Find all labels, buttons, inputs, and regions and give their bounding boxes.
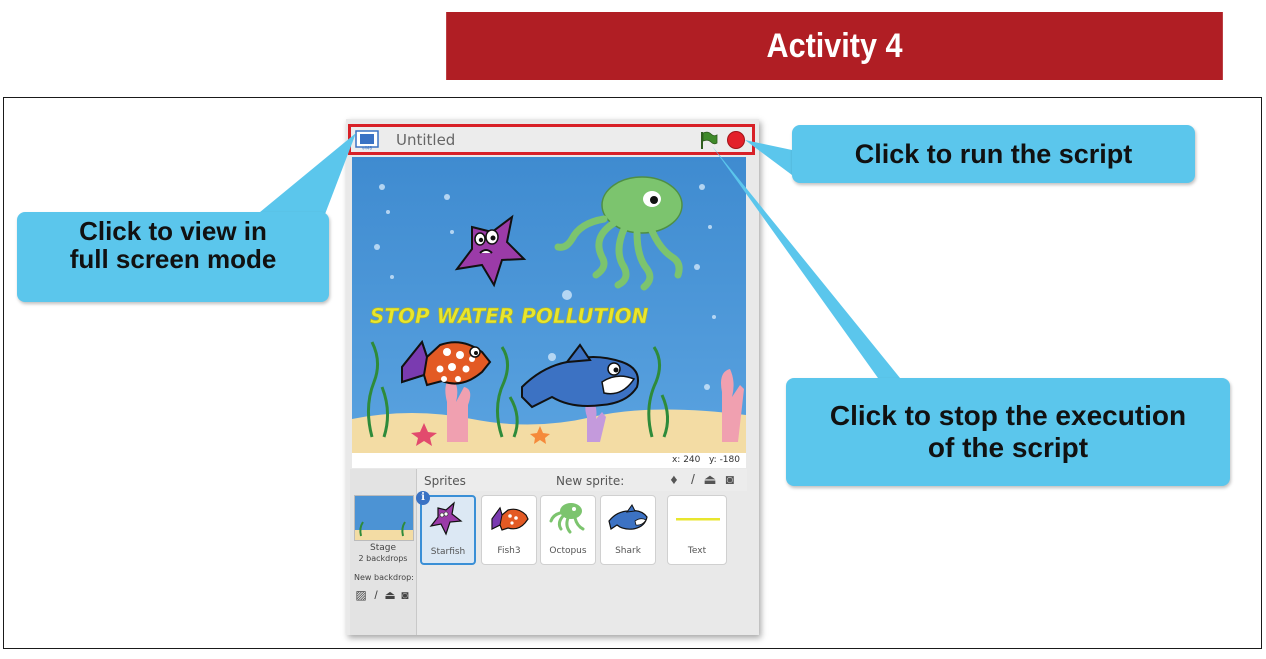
sprite-info-button[interactable]: i [416,491,430,505]
stage-thumbnail[interactable] [354,495,414,541]
sprites-label: Sprites [424,474,466,488]
svg-text:v448: v448 [362,146,372,151]
stop-callout-line2: of the script [927,432,1089,463]
green-flag-button[interactable] [698,130,718,150]
choose-sprite-from-library-icon[interactable]: ♦ [666,471,682,487]
stage-canvas: STOP WATER POLLUTION [352,157,746,453]
y-value: -180 [719,455,740,465]
fullscreen-callout-line2: full screen mode [69,244,277,274]
fullscreen-callout-line1: Click to view in [79,216,267,246]
y-label: y: [708,455,717,465]
starfish-icon [429,501,463,536]
run-callout: Click to run the script [792,125,1195,183]
fish-icon [491,506,529,531]
activity-banner: Activity 4 [446,12,1223,80]
sprite-card-starfish[interactable]: Starfish [420,495,476,565]
upload-sprite-icon[interactable]: ⏏ [702,471,718,487]
activity-title: Activity 4 [766,26,903,65]
shark-icon [608,504,648,530]
mouse-coords: x: 240 y: -180 [352,453,746,468]
sprite-name: Shark [615,546,641,556]
camera-icon[interactable]: ◙ [722,471,738,487]
stop-callout-line1: Click to stop the execution [829,400,1187,431]
octopus-icon [549,503,585,534]
fullscreen-button[interactable]: v448 [355,130,379,151]
fullscreen-icon: v448 [355,130,379,151]
sprite-name: Octopus [549,546,587,556]
stage-name: Stage [369,543,396,553]
sprite-name: Fish3 [497,546,521,556]
run-callout-text: Click to run the script [854,139,1133,169]
stop-button[interactable] [727,131,745,149]
stop-callout: Click to stop the execution of the scrip… [786,378,1230,486]
paint-new-sprite-icon[interactable]: / [685,471,701,487]
sprite-card-text[interactable]: Text [667,495,727,565]
green-flag-icon [701,131,718,149]
upload-backdrop-icon[interactable]: ⏏ [383,588,397,602]
project-title[interactable]: Untitled [396,131,455,149]
paint-backdrop-icon[interactable]: / [369,588,383,602]
backdrop-camera-icon[interactable]: ◙ [398,588,412,602]
sprite-card-fish3[interactable]: Fish3 [481,495,537,565]
new-sprite-label: New sprite: [556,474,625,488]
x-value: 240 [683,455,701,465]
stage-backdrop-count: 2 backdrops [358,554,408,563]
fullscreen-callout: Click to view in full screen mode [17,212,329,302]
backdrop-library-icon[interactable]: ▨ [354,588,368,602]
text-sprite-icon [676,518,720,521]
stage-banner-text: STOP WATER POLLUTION [370,304,649,328]
sprite-name: Starfish [430,547,466,557]
sprite-card-octopus[interactable]: Octopus [540,495,596,565]
x-label: x: [671,455,681,465]
sprite-card-shark[interactable]: Shark [600,495,656,565]
new-backdrop-label: New backdrop: [354,573,414,582]
sprite-name: Text [687,546,707,556]
stage-thumbnail-image [355,496,413,540]
stage[interactable]: STOP WATER POLLUTION [352,157,746,453]
